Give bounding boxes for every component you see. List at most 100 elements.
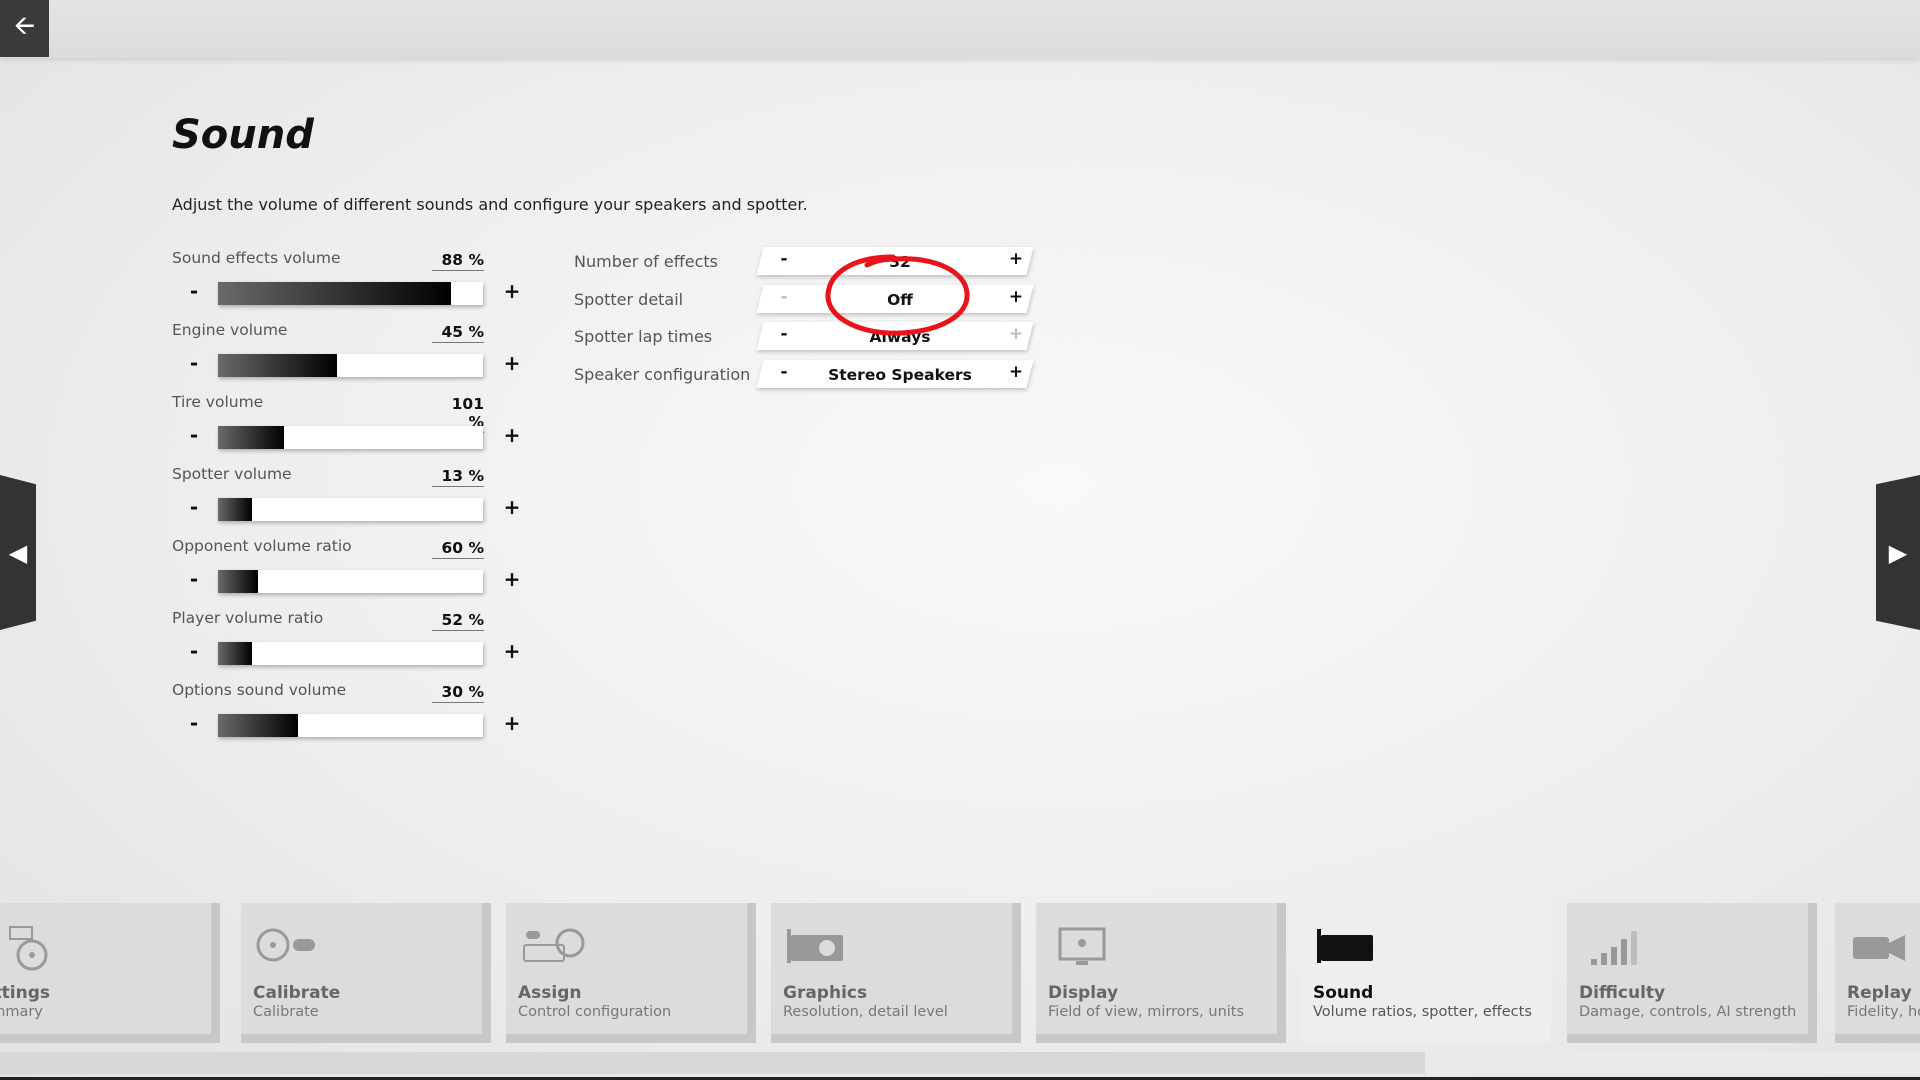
option-label: Spotter lap times — [574, 327, 713, 346]
tile-title: Assign — [518, 983, 582, 1003]
slider-tire-volume: Tire volume 101 % - + — [172, 393, 522, 463]
slider-label: Options sound volume — [172, 681, 347, 699]
slider-options-sound-volume: Options sound volume 30 % - + — [172, 681, 522, 751]
option-decrease-button[interactable]: - — [772, 287, 796, 307]
option-value: Always — [869, 328, 931, 346]
tile-graphics[interactable]: Graphics Resolution, detail level — [771, 903, 1021, 1043]
option-value: Stereo Speakers — [828, 366, 972, 384]
tile-subtitle: Field of view, mirrors, units — [1048, 1004, 1245, 1020]
tile-title: Sound — [1313, 983, 1374, 1003]
tile-title: Display — [1048, 983, 1119, 1003]
slider-value: 13 % — [432, 467, 484, 487]
option-increase-button[interactable]: + — [1004, 324, 1028, 344]
slider-value: 52 % — [432, 611, 484, 631]
tile-subtitle: Control configuration — [518, 1004, 672, 1020]
slider-track[interactable] — [218, 714, 483, 737]
tile-subtitle: ummary — [0, 1004, 43, 1020]
slider-label: Tire volume — [172, 393, 264, 411]
camera-icon — [1853, 935, 1905, 961]
option-decrease-button[interactable]: - — [772, 362, 796, 382]
slider-fill — [218, 570, 258, 593]
slider-track[interactable] — [218, 570, 483, 593]
decrease-button[interactable]: - — [186, 711, 202, 735]
keyboard-wheel-icon — [523, 928, 585, 962]
option-decrease-button[interactable]: - — [772, 324, 796, 344]
decrease-button[interactable]: - — [186, 423, 202, 447]
decrease-button[interactable]: - — [186, 495, 202, 519]
tile-subtitle: Calibrate — [253, 1004, 319, 1020]
tile-subtitle: Volume ratios, spotter, effects — [1313, 1004, 1532, 1020]
tile-title: Difficulty — [1579, 983, 1666, 1003]
back-button[interactable]: 🡨 — [0, 0, 49, 57]
tile-display[interactable]: Display Field of view, mirrors, units — [1036, 903, 1286, 1043]
option-label: Spotter detail — [574, 290, 684, 309]
tile-replay[interactable]: Replay Fidelity, ho — [1835, 903, 1920, 1043]
slider-fill — [218, 714, 298, 737]
slider-fill — [218, 426, 285, 449]
arrow-left-icon: 🡨 — [13, 10, 36, 41]
slider-player-volume-ratio: Player volume ratio 52 % - + — [172, 609, 522, 679]
slider-label: Opponent volume ratio — [172, 537, 352, 555]
option-speaker-configuration: Speaker configuration - Stereo Speakers … — [574, 360, 1054, 388]
option-decrease-button[interactable]: - — [772, 249, 796, 269]
slider-label: Spotter volume — [172, 465, 292, 483]
slider-value: 60 % — [432, 539, 484, 559]
tile-sound[interactable]: Sound Volume ratios, spotter, effects — [1301, 903, 1551, 1043]
slider-sound-effects-volume: Sound effects volume 88 % - + — [172, 249, 522, 319]
increase-button[interactable]: + — [502, 279, 522, 303]
slider-fill — [218, 642, 253, 665]
increase-button[interactable]: + — [502, 711, 522, 735]
increase-button[interactable]: + — [502, 423, 522, 447]
option-increase-button[interactable]: + — [1004, 287, 1028, 307]
slider-track[interactable] — [218, 642, 483, 665]
tile-subtitle: Damage, controls, AI strength — [1579, 1004, 1797, 1020]
tile-title: Replay — [1847, 983, 1912, 1003]
decrease-button[interactable]: - — [186, 567, 202, 591]
top-bar: 🡨 — [0, 0, 1920, 58]
audio-card-icon — [1317, 929, 1373, 963]
increase-button[interactable]: + — [502, 351, 522, 375]
tile-assign[interactable]: Assign Control configuration — [506, 903, 756, 1043]
slider-opponent-volume-ratio: Opponent volume ratio 60 % - + — [172, 537, 522, 607]
slider-track[interactable] — [218, 354, 483, 377]
next-page-button[interactable]: ▶ — [1876, 475, 1920, 630]
decrease-button[interactable]: - — [186, 351, 202, 375]
triangle-left-icon: ◀ — [8, 538, 28, 567]
slider-label: Player volume ratio — [172, 609, 324, 627]
option-value: 32 — [889, 253, 911, 271]
decrease-button[interactable]: - — [186, 639, 202, 663]
tile-settings[interactable]: ettings ummary — [0, 903, 220, 1043]
slider-track[interactable] — [218, 426, 483, 449]
wheel-gamepad-icon — [256, 928, 315, 962]
slider-spotter-volume: Spotter volume 13 % - + — [172, 465, 522, 535]
decrease-button[interactable]: - — [186, 279, 202, 303]
slider-track[interactable] — [218, 282, 483, 305]
slider-track[interactable] — [218, 498, 483, 521]
tile-difficulty[interactable]: Difficulty Damage, controls, AI strength — [1567, 903, 1817, 1043]
tile-subtitle: Fidelity, ho — [1847, 1004, 1920, 1020]
slider-label: Engine volume — [172, 321, 288, 339]
slider-fill — [218, 498, 253, 521]
tile-title: Graphics — [783, 983, 868, 1003]
gpu-card-icon — [787, 929, 843, 963]
slider-label: Sound effects volume — [172, 249, 341, 267]
page-title: Sound — [172, 112, 314, 158]
previous-page-button[interactable]: ◀ — [0, 475, 36, 630]
increase-button[interactable]: + — [502, 639, 522, 663]
tile-calibrate[interactable]: Calibrate Calibrate — [241, 903, 491, 1043]
option-increase-button[interactable]: + — [1004, 362, 1028, 382]
settings-summary-icon — [9, 926, 48, 971]
tile-subtitle: Resolution, detail level — [783, 1004, 948, 1020]
tile-title: Calibrate — [253, 983, 341, 1003]
tile-scrollbar-thumb[interactable] — [0, 1052, 1425, 1074]
signal-bars-icon — [1591, 931, 1637, 965]
slider-fill — [218, 282, 452, 305]
option-label: Speaker configuration — [574, 365, 751, 384]
increase-button[interactable]: + — [502, 495, 522, 519]
increase-button[interactable]: + — [502, 567, 522, 591]
slider-value: 30 % — [432, 683, 484, 703]
option-increase-button[interactable]: + — [1004, 249, 1028, 269]
slider-value: 88 % — [432, 251, 484, 271]
option-value: Off — [887, 291, 913, 309]
option-number-of-effects: Number of effects - 32 + — [574, 247, 1054, 275]
